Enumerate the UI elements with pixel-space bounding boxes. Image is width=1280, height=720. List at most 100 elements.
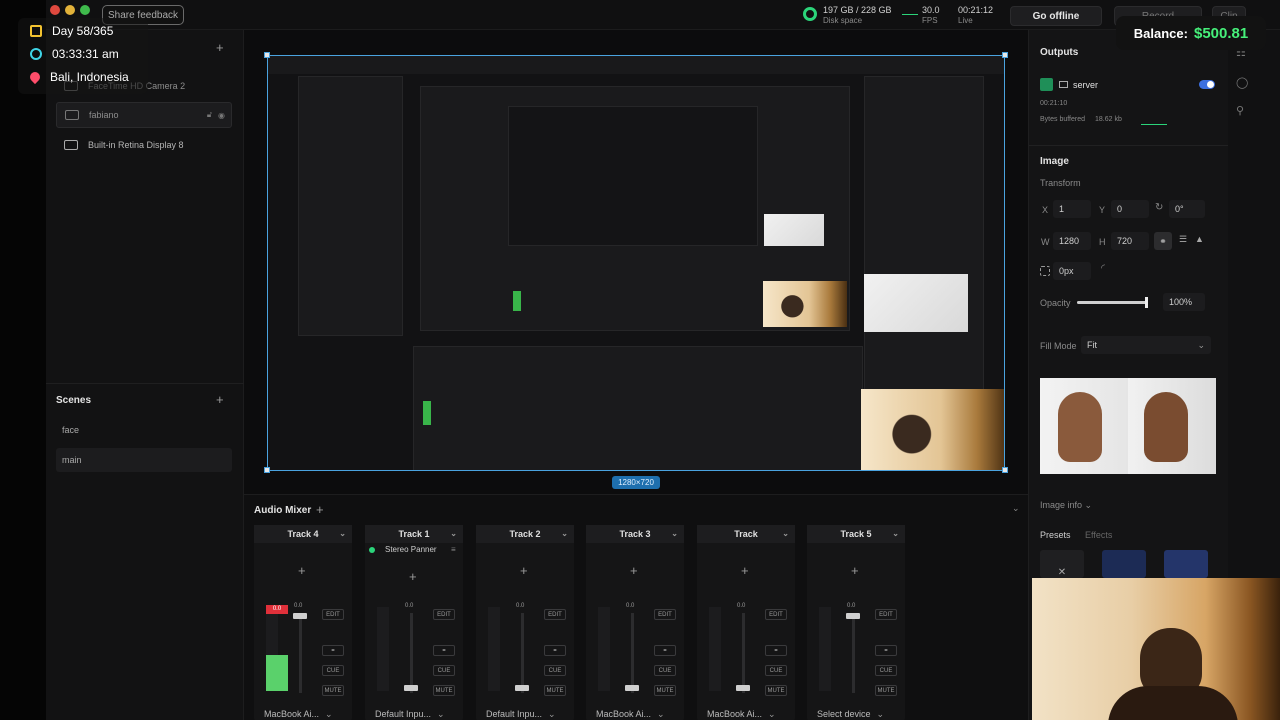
link-aspect-icon[interactable]: ⚭ — [1154, 232, 1172, 250]
image-info-toggle[interactable]: Image info ⌄ — [1040, 500, 1092, 511]
fps-sparkline — [902, 14, 918, 15]
opacity-input[interactable]: 100% — [1163, 293, 1205, 311]
track-name[interactable]: Track 1 ⌄ — [365, 525, 463, 543]
scene-item-face[interactable]: face — [56, 418, 232, 442]
track-name[interactable]: Track 4 ⌄ — [254, 525, 352, 543]
track-name[interactable]: Track 3 ⌄ — [586, 525, 684, 543]
tab-effects[interactable]: Effects — [1085, 530, 1112, 540]
link-icon[interactable]: ⚭ — [433, 645, 455, 656]
add-filter-icon[interactable]: + — [851, 563, 859, 578]
volume-fader-track[interactable] — [299, 613, 302, 693]
input-device-select[interactable]: MacBook Ai... ⌄ — [707, 707, 797, 720]
mute-button[interactable]: MUTE — [544, 685, 566, 696]
cue-button[interactable]: CUE — [765, 665, 787, 676]
volume-fader-knob[interactable] — [846, 613, 860, 619]
add-scene-icon[interactable]: + — [216, 392, 224, 407]
mute-button[interactable]: MUTE — [654, 685, 676, 696]
add-track-icon[interactable]: + — [316, 502, 324, 517]
input-device-select[interactable]: MacBook Ai... ⌄ — [596, 707, 686, 720]
audio-track: Track 5 ⌄ +0.0 EDIT ⚭ CUE MUTE Select device ⌄ — [807, 525, 905, 720]
input-device-select[interactable]: Select device ⌄ — [817, 707, 907, 720]
edit-button[interactable]: EDIT — [322, 609, 344, 620]
mute-button[interactable]: MUTE — [875, 685, 897, 696]
mute-button[interactable]: MUTE — [433, 685, 455, 696]
volume-fader-knob[interactable] — [625, 685, 639, 691]
layer-item-fabiano[interactable]: fabiano 🔓︎ ◉ — [56, 102, 232, 128]
input-device-select[interactable]: MacBook Ai... ⌄ — [264, 707, 354, 720]
preview-frame[interactable] — [267, 55, 1005, 471]
scene-item-main[interactable]: main — [56, 448, 232, 472]
chevron-down-icon: ⌄ — [325, 708, 333, 719]
edit-button[interactable]: EDIT — [544, 609, 566, 620]
volume-fader-knob[interactable] — [404, 685, 418, 691]
collapse-mixer-icon[interactable]: ⌄ — [1012, 503, 1020, 514]
lock-icon[interactable]: 🔓︎ — [207, 110, 212, 120]
visibility-icon[interactable]: ◉ — [218, 111, 225, 120]
width-input[interactable]: 1280 — [1053, 232, 1091, 250]
edit-button[interactable]: EDIT — [433, 609, 455, 620]
preset-thumbnail-1[interactable] — [1102, 550, 1146, 578]
volume-fader-track[interactable] — [631, 613, 634, 693]
distribute-icon[interactable]: ▲ — [1195, 234, 1204, 244]
edit-button[interactable]: EDIT — [875, 609, 897, 620]
add-filter-icon[interactable]: + — [741, 563, 749, 578]
fill-mode-select[interactable]: Fit ⌄ — [1081, 336, 1211, 354]
tab-presets[interactable]: Presets — [1040, 530, 1071, 540]
add-filter-icon[interactable]: + — [409, 569, 417, 584]
opacity-slider-track[interactable] — [1077, 297, 1148, 308]
add-filter-icon[interactable]: + — [520, 563, 528, 578]
link-icon[interactable]: ⚭ — [875, 645, 897, 656]
panner-settings-icon[interactable]: ≡ — [451, 545, 456, 554]
preset-none[interactable]: ✕ — [1040, 550, 1084, 578]
corner-style-icon[interactable]: ◜ — [1101, 263, 1105, 274]
align-icon[interactable]: ☰ — [1179, 234, 1187, 245]
track-name[interactable]: Track 2 ⌄ — [476, 525, 574, 543]
input-device-select[interactable]: Default Inpu... ⌄ — [486, 707, 576, 720]
preset-thumbnail-2[interactable] — [1164, 550, 1208, 578]
edit-button[interactable]: EDIT — [654, 609, 676, 620]
track-name[interactable]: Track ⌄ — [697, 525, 795, 543]
link-icon[interactable]: ⚭ — [765, 645, 787, 656]
height-input[interactable]: 720 — [1111, 232, 1149, 250]
volume-fader-track[interactable] — [410, 613, 413, 693]
window-minimize-button[interactable] — [65, 5, 75, 15]
cue-button[interactable]: CUE — [654, 665, 676, 676]
layer-item-display[interactable]: Built-in Retina Display 8 — [56, 132, 232, 158]
go-offline-button[interactable]: Go offline — [1010, 6, 1102, 26]
resize-handle-br[interactable] — [1002, 467, 1008, 473]
input-device-select[interactable]: Default Inpu... ⌄ — [375, 707, 465, 720]
corner-radius-input[interactable]: 0px — [1053, 262, 1091, 280]
resize-handle-tl[interactable] — [264, 52, 270, 58]
volume-fader-knob[interactable] — [293, 613, 307, 619]
chat-icon[interactable]: ◯ — [1236, 76, 1248, 89]
x-input[interactable]: 1 — [1053, 200, 1091, 218]
volume-fader-track[interactable] — [742, 613, 745, 693]
add-layer-icon[interactable]: + — [216, 40, 224, 55]
window-zoom-button[interactable] — [80, 5, 90, 15]
add-filter-icon[interactable]: + — [630, 563, 638, 578]
cue-button[interactable]: CUE — [322, 665, 344, 676]
mute-button[interactable]: MUTE — [322, 685, 344, 696]
edit-button[interactable]: EDIT — [765, 609, 787, 620]
resize-handle-bl[interactable] — [264, 467, 270, 473]
volume-fader-knob[interactable] — [736, 685, 750, 691]
volume-fader-track[interactable] — [521, 613, 524, 693]
cue-button[interactable]: CUE — [544, 665, 566, 676]
volume-fader-knob[interactable] — [515, 685, 529, 691]
cue-button[interactable]: CUE — [875, 665, 897, 676]
mute-button[interactable]: MUTE — [765, 685, 787, 696]
cue-button[interactable]: CUE — [433, 665, 455, 676]
volume-fader-track[interactable] — [852, 613, 855, 693]
y-input[interactable]: 0 — [1111, 200, 1149, 218]
add-filter-icon[interactable]: + — [298, 563, 306, 578]
rotation-input[interactable]: 0° — [1169, 200, 1205, 218]
track-name[interactable]: Track 5 ⌄ — [807, 525, 905, 543]
window-close-button[interactable] — [50, 5, 60, 15]
audio-icon[interactable]: ⚲ — [1236, 104, 1244, 117]
opacity-slider-knob[interactable] — [1145, 297, 1148, 308]
link-icon[interactable]: ⚭ — [322, 645, 344, 656]
link-icon[interactable]: ⚭ — [544, 645, 566, 656]
server-toggle[interactable] — [1199, 80, 1215, 89]
resize-handle-tr[interactable] — [1002, 52, 1008, 58]
link-icon[interactable]: ⚭ — [654, 645, 676, 656]
